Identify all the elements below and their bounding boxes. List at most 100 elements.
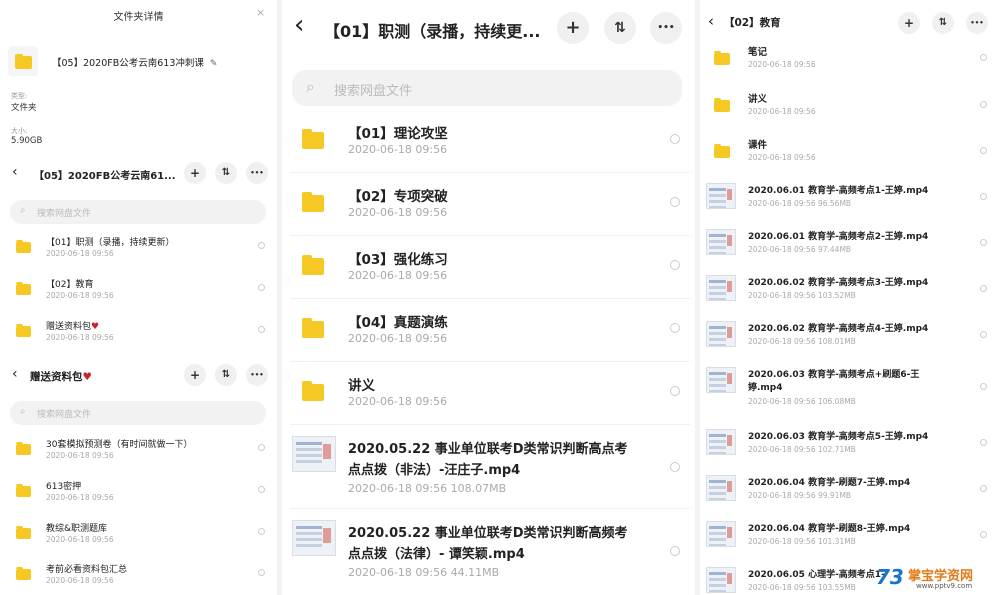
folder-icon [714, 51, 730, 65]
list-item[interactable]: 【01】理论攻坚 2020-06-18 09:56 [282, 112, 695, 172]
item-name-line2: 婷.mp4 [748, 383, 783, 393]
list-item[interactable]: 【02】教育 2020-06-18 09:56 [0, 272, 277, 312]
search-input[interactable]: ⌕ 搜索网盘文件 [10, 401, 266, 425]
section-title: 赠送资料包♥ [30, 369, 92, 384]
list-item[interactable]: 2020.06.04 教育学-刷题8-王婷.mp4 2020-06-18 09:… [700, 517, 1000, 561]
edit-icon[interactable]: ✎ [210, 59, 218, 69]
select-radio[interactable] [670, 197, 680, 207]
more-button[interactable]: ••• [246, 162, 268, 184]
select-radio[interactable] [670, 260, 680, 270]
list-item[interactable]: 2020.06.01 教育学-高频考点2-王婷.mp4 2020-06-18 0… [700, 225, 1000, 269]
sort-button[interactable]: ⇅ [604, 12, 636, 44]
add-button[interactable]: + [184, 364, 206, 386]
select-radio[interactable] [258, 326, 265, 333]
list-item[interactable]: 【01】职测（录播，持续更新） 2020-06-18 09:56 [0, 230, 277, 270]
select-radio[interactable] [258, 284, 265, 291]
select-radio[interactable] [980, 285, 987, 292]
size-label: 大小: [11, 127, 28, 135]
select-radio[interactable] [980, 101, 987, 108]
list-item[interactable]: 【03】强化练习 2020-06-18 09:56 [282, 238, 695, 298]
more-button[interactable]: ••• [650, 12, 682, 44]
back-button[interactable]: ‹ [12, 164, 18, 180]
list-item[interactable]: 【02】专项突破 2020-06-18 09:56 [282, 175, 695, 235]
item-meta: 2020-06-18 09:56 103.52MB [748, 291, 856, 300]
list-item[interactable]: 613密押 2020-06-18 09:56 [0, 474, 277, 514]
sort-button[interactable]: ⇅ [932, 12, 954, 34]
watermark-logo: 73 [876, 565, 904, 589]
item-name: 2020.06.02 教育学-高频考点3-王婷.mp4 [748, 278, 929, 288]
select-radio[interactable] [258, 528, 265, 535]
item-date: 2020-06-18 09:56 [46, 291, 114, 300]
item-meta: 2020-06-18 09:56 101.31MB [748, 537, 856, 546]
item-name: 考前必看资料包汇总 [46, 565, 128, 575]
list-item[interactable]: 【04】真题演练 2020-06-18 09:56 [282, 301, 695, 361]
select-radio[interactable] [980, 439, 987, 446]
list-item[interactable]: 考前必看资料包汇总 2020-06-18 09:56 [0, 557, 277, 595]
add-button[interactable]: + [184, 162, 206, 184]
list-item[interactable]: 2020.06.03 教育学-高频考点+刷题6-王 婷.mp4 2020-06-… [700, 363, 1000, 419]
item-name: 613密押 [46, 482, 82, 492]
select-radio[interactable] [980, 485, 987, 492]
watermark-url: www.pptv9.com [916, 582, 973, 590]
list-item[interactable]: 2020.06.02 教育学-高频考点4-王婷.mp4 2020-06-18 0… [700, 317, 1000, 361]
item-name: 30套模拟预测卷（有时间就做一下） [46, 440, 193, 450]
select-radio[interactable] [258, 486, 265, 493]
select-radio[interactable] [258, 444, 265, 451]
sort-button[interactable]: ⇅ [215, 162, 237, 184]
select-radio[interactable] [258, 242, 265, 249]
select-radio[interactable] [670, 462, 680, 472]
select-radio[interactable] [980, 54, 987, 61]
folder-icon [16, 484, 31, 497]
list-item[interactable]: 2020.06.02 教育学-高频考点3-王婷.mp4 2020-06-18 0… [700, 271, 1000, 315]
section-title-text: 赠送资料包 [30, 371, 83, 383]
back-button[interactable]: ‹ [12, 366, 18, 382]
select-radio[interactable] [980, 239, 987, 246]
page-title: 【01】职测（录播，持续更... [324, 22, 541, 41]
list-item[interactable]: 2020.05.22 事业单位联考D类常识判断高点考 点点拨（非法）-汪庄子.m… [282, 430, 695, 506]
size-value: 5.90GB [11, 136, 43, 146]
select-radio[interactable] [670, 546, 680, 556]
folder-name-text: 【05】2020FB公考云南613冲刺课 [52, 58, 204, 69]
list-item[interactable]: 教综&职测题库 2020-06-18 09:56 [0, 516, 277, 556]
search-input[interactable]: ⌕ 搜索网盘文件 [292, 70, 682, 106]
select-radio[interactable] [980, 531, 987, 538]
item-date: 2020-06-18 09:56 [46, 493, 114, 502]
select-radio[interactable] [258, 569, 265, 576]
list-item[interactable]: 2020.06.01 教育学-高频考点1-王婷.mp4 2020-06-18 0… [700, 179, 1000, 223]
select-radio[interactable] [670, 386, 680, 396]
sort-button[interactable]: ⇅ [215, 364, 237, 386]
item-name: 2020.06.01 教育学-高频考点1-王婷.mp4 [748, 186, 929, 196]
select-radio[interactable] [670, 134, 680, 144]
back-button[interactable]: ‹ [708, 12, 714, 30]
list-item[interactable]: 2020.05.22 事业单位联考D类常识判断高频考 点点拨（法律）- 谭笑颖.… [282, 514, 695, 590]
add-button[interactable]: + [557, 12, 589, 44]
list-item[interactable]: 2020.06.03 教育学-高频考点5-王婷.mp4 2020-06-18 0… [700, 425, 1000, 469]
item-name: 讲义 [748, 94, 768, 105]
select-radio[interactable] [980, 147, 987, 154]
more-button[interactable]: ••• [246, 364, 268, 386]
select-radio[interactable] [980, 331, 987, 338]
list-item[interactable]: 2020.06.04 教育学-刷题7-王婷.mp4 2020-06-18 09:… [700, 471, 1000, 515]
list-item[interactable]: 讲义 2020-06-18 09:56 [700, 87, 1000, 131]
folder-icon [16, 240, 31, 253]
list-item[interactable]: 30套模拟预测卷（有时间就做一下） 2020-06-18 09:56 [0, 432, 277, 472]
search-placeholder: 搜索网盘文件 [37, 209, 92, 219]
item-meta: 2020-06-18 09:56 108.07MB [348, 482, 507, 495]
close-icon[interactable]: × [256, 6, 265, 19]
item-meta: 2020-06-18 09:56 106.08MB [748, 397, 856, 406]
select-radio[interactable] [980, 193, 987, 200]
more-button[interactable]: ••• [966, 12, 988, 34]
video-thumbnail [706, 321, 736, 347]
list-item[interactable]: 讲义 2020-06-18 09:56 [282, 364, 695, 424]
search-icon: ⌕ [20, 205, 26, 216]
item-name: 2020.06.05 心理学-高频考点1- [748, 570, 885, 580]
select-radio[interactable] [670, 323, 680, 333]
list-item[interactable]: 课件 2020-06-18 09:56 [700, 133, 1000, 177]
back-button[interactable]: ‹ [294, 12, 304, 38]
add-button[interactable]: + [898, 12, 920, 34]
video-thumbnail [706, 275, 736, 301]
list-item[interactable]: 笔记 2020-06-18 09:56 [700, 40, 1000, 84]
select-radio[interactable] [980, 383, 987, 390]
list-item[interactable]: 赠送资料包♥ 2020-06-18 09:56 [0, 314, 277, 354]
search-input[interactable]: ⌕ 搜索网盘文件 [10, 200, 266, 224]
